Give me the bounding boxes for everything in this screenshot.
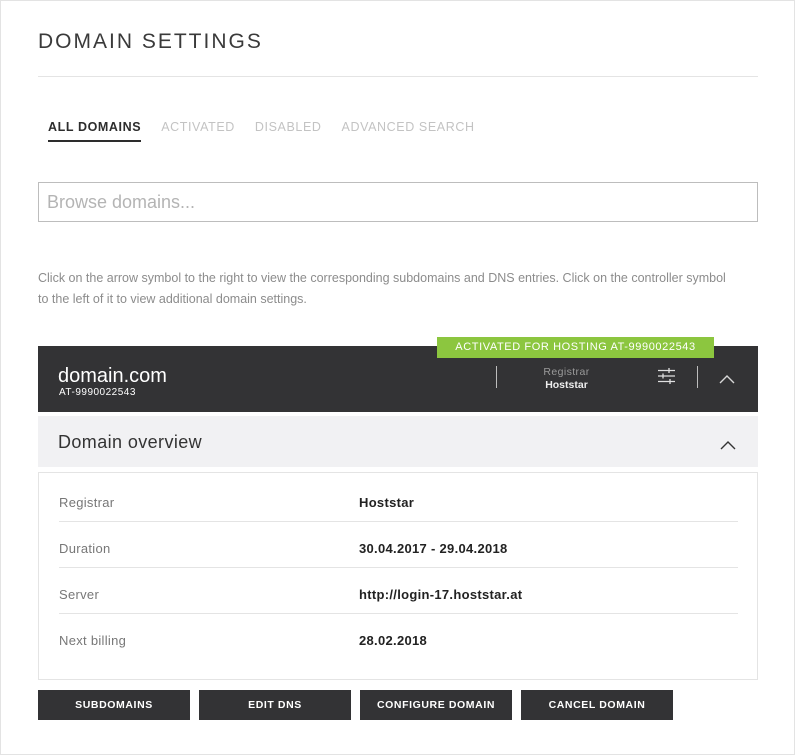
detail-value: 30.04.2017 - 29.04.2018 <box>359 541 508 556</box>
detail-label: Duration <box>59 541 111 556</box>
domain-overview-header[interactable]: Domain overview <box>38 416 758 467</box>
chevron-up-icon[interactable] <box>720 437 736 455</box>
tab-activated[interactable]: ACTIVATED <box>161 120 235 142</box>
registrar-label: Registrar <box>543 366 590 378</box>
detail-label: Registrar <box>59 495 115 510</box>
detail-value: http://login-17.hoststar.at <box>359 587 523 602</box>
sliders-icon[interactable] <box>657 367 676 390</box>
domain-action-bar: SUBDOMAINS EDIT DNS CONFIGURE DOMAIN CAN… <box>38 690 673 720</box>
domain-search-input[interactable] <box>38 182 758 222</box>
page-title: DOMAIN SETTINGS <box>38 30 263 53</box>
tab-disabled[interactable]: DISABLED <box>255 120 322 142</box>
detail-label: Server <box>59 587 100 602</box>
detail-value: 28.02.2018 <box>359 633 428 648</box>
detail-row-next-billing: Next billing 28.02.2018 <box>59 614 738 660</box>
detail-row-server: Server http://login-17.hoststar.at <box>59 568 738 614</box>
detail-row-duration: Duration 30.04.2017 - 29.04.2018 <box>59 522 738 568</box>
domain-details-panel: Registrar Hoststar Duration 30.04.2017 -… <box>38 472 758 680</box>
title-divider <box>38 76 758 77</box>
divider <box>697 366 698 388</box>
tab-advanced-search[interactable]: ADVANCED SEARCH <box>342 120 475 142</box>
chevron-up-icon[interactable] <box>719 371 735 389</box>
section-title: Domain overview <box>58 432 203 452</box>
registrar-value: Hoststar <box>545 379 588 391</box>
edit-dns-button[interactable]: EDIT DNS <box>199 690 351 720</box>
detail-row-registrar: Registrar Hoststar <box>59 476 738 522</box>
detail-value: Hoststar <box>359 495 415 510</box>
domain-name: domain.com <box>58 365 167 387</box>
cancel-domain-button[interactable]: CANCEL DOMAIN <box>521 690 673 720</box>
detail-label: Next billing <box>59 633 127 648</box>
configure-domain-button[interactable]: CONFIGURE DOMAIN <box>360 690 512 720</box>
domain-id: AT-9990022543 <box>59 387 136 398</box>
divider <box>496 366 497 388</box>
subdomains-button[interactable]: SUBDOMAINS <box>38 690 190 720</box>
help-text: Click on the arrow symbol to the right t… <box>38 271 726 306</box>
domain-filter-tabs: ALL DOMAINS ACTIVATED DISABLED ADVANCED … <box>48 120 475 142</box>
status-badge: ACTIVATED FOR HOSTING AT-9990022543 <box>437 337 714 358</box>
tab-all-domains[interactable]: ALL DOMAINS <box>48 120 142 142</box>
